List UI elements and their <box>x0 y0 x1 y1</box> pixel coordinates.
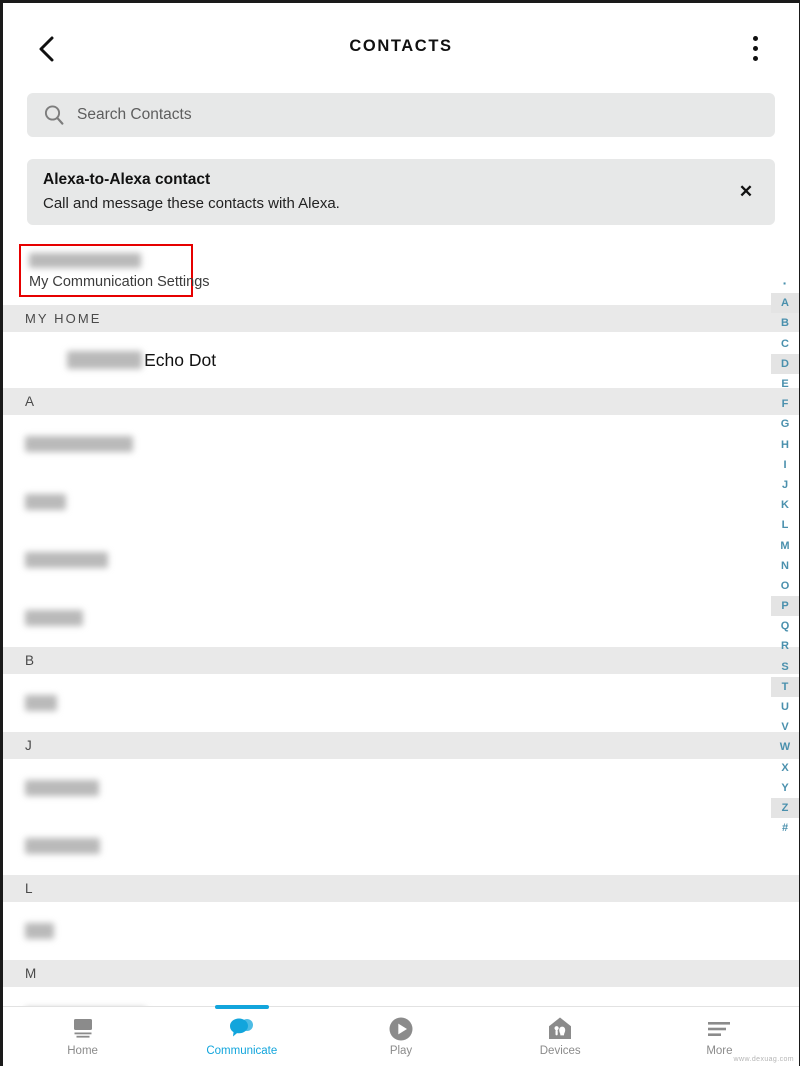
contact-row[interactable]: Beth <box>3 674 799 732</box>
nav-item-label: Play <box>389 1044 413 1057</box>
alpha-index-item[interactable]: P <box>771 596 799 617</box>
alpha-index-item[interactable]: Z <box>771 797 799 819</box>
nav-item-label: Home <box>67 1044 98 1057</box>
alpha-index-item[interactable]: X <box>771 758 799 778</box>
nav-item-label: More <box>706 1044 733 1057</box>
search-section <box>27 93 775 137</box>
nav-item-play[interactable]: Play <box>321 1007 480 1066</box>
hamburger-menu-icon <box>706 1017 732 1041</box>
alpha-index-item[interactable]: U <box>771 697 799 717</box>
redacted-text: Beth <box>25 695 57 711</box>
redacted-text: Amadou <box>25 610 83 626</box>
contact-row[interactable]: Jan Nigam <box>3 759 799 817</box>
close-icon[interactable]: ✕ <box>731 177 761 207</box>
contact-row[interactable]: Jan Tendle <box>3 817 799 875</box>
contacts-list[interactable]: MY HOMEStephen'sEcho DotAAaron PetersonA… <box>3 305 799 1045</box>
alpha-index-item[interactable]: O <box>771 576 799 596</box>
section-header: A <box>3 388 799 415</box>
bottom-navigation-bar: Home Communicate Play Devices More <box>3 1005 799 1066</box>
alpha-index-item[interactable]: · <box>771 273 799 293</box>
section-header: MY HOME <box>3 305 799 332</box>
alpha-index-item[interactable]: T <box>771 676 799 697</box>
section-header: J <box>3 732 799 759</box>
speech-bubbles-icon <box>228 1017 256 1041</box>
alpha-index-item[interactable]: C <box>771 334 799 354</box>
redacted-text: Ajith ayolika <box>25 552 108 568</box>
alpha-index-item[interactable]: H <box>771 435 799 455</box>
alpha-index-item[interactable]: # <box>771 818 799 838</box>
redacted-text: Agam <box>25 494 66 510</box>
chevron-left-icon <box>37 34 57 64</box>
banner-title: Alexa-to-Alexa contact <box>43 171 211 188</box>
alpha-index-item[interactable]: M <box>771 535 799 555</box>
page-title: CONTACTS <box>349 36 453 55</box>
active-tab-indicator <box>214 1005 269 1009</box>
nav-item-devices[interactable]: Devices <box>481 1007 640 1066</box>
alpha-index-item[interactable]: B <box>771 313 799 333</box>
section-header: M <box>3 960 799 987</box>
alpha-index-item[interactable]: Q <box>771 616 799 636</box>
banner-subtitle: Call and message these contacts with Ale… <box>43 195 340 212</box>
kebab-menu-icon <box>752 35 758 41</box>
contacts-screen: CONTACTS Alexa-to-Alexa contact Call and… <box>0 0 800 1066</box>
device-row[interactable]: Stephen'sEcho Dot <box>3 332 799 388</box>
search-icon <box>43 104 65 126</box>
redacted-text: Stephen Dark-ish <box>29 252 142 268</box>
alpha-index-item[interactable]: W <box>771 737 799 757</box>
house-devices-icon <box>547 1017 573 1041</box>
home-screen-icon <box>70 1017 96 1041</box>
alpha-index-item[interactable]: F <box>771 394 799 414</box>
section-header: B <box>3 647 799 674</box>
redacted-text: Jan Nigam <box>25 780 100 796</box>
nav-item-home[interactable]: Home <box>3 1007 162 1066</box>
alpha-index-item[interactable]: E <box>771 374 799 394</box>
my-communication-settings[interactable]: Stephen Dark-ish My Communication Settin… <box>19 244 210 297</box>
kebab-menu-icon <box>752 55 758 61</box>
redacted-text: Jan Tendle <box>25 838 100 854</box>
overflow-menu-button[interactable] <box>733 25 777 71</box>
back-button[interactable] <box>25 27 69 71</box>
alpha-index-item[interactable]: K <box>771 495 799 515</box>
alpha-index-item[interactable]: S <box>771 657 799 677</box>
contact-row[interactable]: Amadou <box>3 589 799 647</box>
search-input[interactable] <box>77 106 759 124</box>
alpha-index-item[interactable]: Y <box>771 778 799 798</box>
alpha-index-item[interactable]: A <box>771 293 799 314</box>
play-circle-icon <box>388 1017 414 1041</box>
alphabet-index[interactable]: · A B C D E F G H I J K L M N O P Q R S T U V W X Y Z # <box>771 273 799 838</box>
contact-row[interactable]: Aaron Peterson <box>3 415 799 473</box>
watermark: www.dexuag.com <box>733 1056 794 1063</box>
alpha-index-item[interactable]: N <box>771 556 799 576</box>
nav-item-communicate[interactable]: Communicate <box>162 1005 321 1066</box>
contact-row[interactable]: Lolo <box>3 902 799 960</box>
alpha-index-item[interactable]: G <box>771 414 799 434</box>
alpha-index-item[interactable]: I <box>771 455 799 475</box>
contact-row[interactable]: Ajith ayolika <box>3 531 799 589</box>
alpha-index-item[interactable]: D <box>771 353 799 374</box>
redacted-text: Aaron Peterson <box>25 436 133 452</box>
kebab-menu-icon <box>752 45 758 51</box>
alpha-index-item[interactable]: V <box>771 717 799 737</box>
redacted-text: Lolo <box>25 923 55 939</box>
my-account-name: Stephen Dark-ish <box>29 252 187 268</box>
redacted-text: Stephen's <box>67 351 143 369</box>
alpha-index-item[interactable]: J <box>771 475 799 495</box>
alpha-index-item[interactable]: R <box>771 636 799 656</box>
nav-item-label: Communicate <box>206 1044 278 1057</box>
section-header: L <box>3 875 799 902</box>
app-header: CONTACTS <box>3 3 799 89</box>
alexa-to-alexa-banner: Alexa-to-Alexa contact Call and message … <box>27 159 775 225</box>
alpha-index-item[interactable]: L <box>771 515 799 535</box>
device-name: Echo Dot <box>144 349 217 370</box>
search-bar[interactable] <box>27 93 775 137</box>
my-communication-settings-label: My Communication Settings <box>29 274 210 290</box>
nav-item-label: Devices <box>539 1044 581 1057</box>
contact-row[interactable]: Agam <box>3 473 799 531</box>
